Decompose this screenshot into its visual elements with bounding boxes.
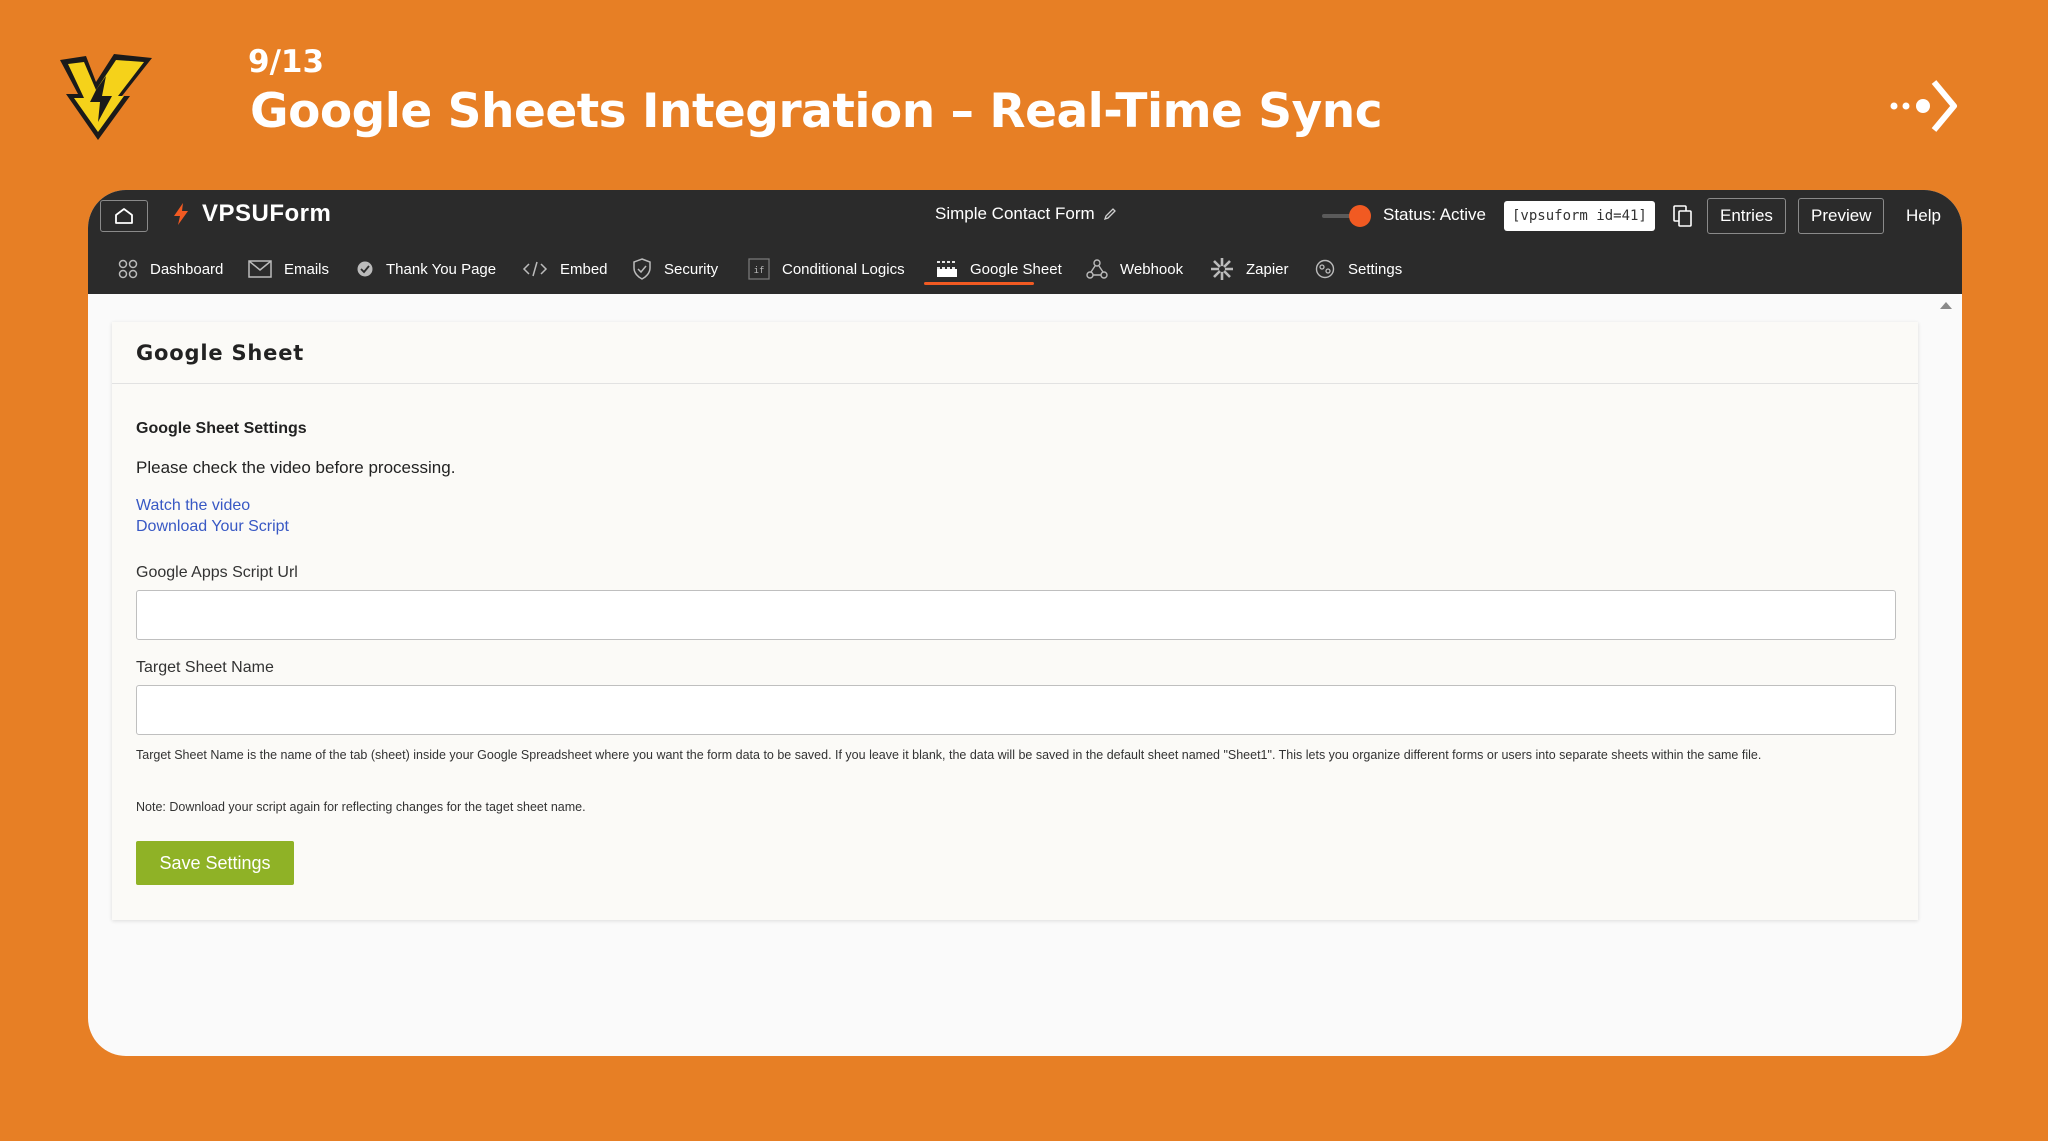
dashboard-icon [118, 259, 138, 279]
google-sheet-card: Google Sheet Google Sheet Settings Pleas… [112, 322, 1918, 920]
tab-label: Thank You Page [386, 260, 497, 278]
pencil-icon[interactable] [1103, 207, 1117, 221]
section-title: Google Sheet Settings [136, 420, 307, 437]
envelope-icon [248, 260, 272, 278]
copy-icon[interactable] [1672, 204, 1694, 228]
settings-icon [1315, 259, 1335, 279]
nav-tabs: Dashboard Emails Thank You Page Embed Se… [88, 242, 1962, 294]
sheet-name-input[interactable] [136, 685, 1896, 735]
form-title[interactable]: Simple Contact Form [935, 204, 1117, 224]
tab-label: Security [664, 260, 719, 278]
code-icon [522, 261, 548, 277]
svg-text:if: if [754, 266, 765, 276]
webhook-icon [1086, 259, 1108, 279]
slide-title: Google Sheets Integration – Real-Time Sy… [250, 84, 1383, 139]
tab-emails[interactable]: Emails [248, 256, 329, 282]
watch-video-link[interactable]: Watch the video [136, 497, 250, 515]
entries-button[interactable]: Entries [1707, 198, 1786, 234]
sheet-name-help-text: Target Sheet Name is the name of the tab… [136, 748, 1762, 762]
status-text: Status: Active [1383, 205, 1486, 224]
tab-label: Webhook [1120, 260, 1184, 278]
brand-name: VPSUForm [202, 200, 332, 227]
tab-label: Embed [560, 260, 608, 278]
sheet-icon [937, 261, 957, 277]
tab-label: Conditional Logics [782, 260, 905, 278]
scroll-up-arrow[interactable] [1940, 302, 1952, 309]
home-icon [115, 208, 133, 224]
dotted-arrow-right-icon[interactable] [1888, 78, 1958, 134]
tab-label: Settings [1348, 260, 1403, 278]
home-button[interactable] [100, 200, 148, 232]
slide-counter: 9/13 [248, 44, 325, 80]
tab-conditional-logics[interactable]: if Conditional Logics [748, 256, 905, 282]
bolt-icon [174, 203, 188, 225]
status-toggle-knob [1349, 205, 1371, 227]
tab-webhook[interactable]: Webhook [1086, 256, 1183, 282]
brand: VPSUForm [172, 200, 331, 228]
help-link[interactable]: Help [1906, 206, 1941, 226]
app-window: VPSUForm Simple Contact Form Status: Act… [88, 190, 1962, 1056]
sheet-name-label: Target Sheet Name [136, 659, 274, 676]
preview-button[interactable]: Preview [1798, 198, 1885, 234]
tab-label: Dashboard [150, 260, 224, 278]
active-tab-indicator [924, 282, 1034, 285]
tab-zapier[interactable]: Zapier [1210, 256, 1289, 282]
note-text: Note: Download your script again for ref… [136, 800, 586, 814]
status-toggle[interactable] [1322, 204, 1372, 228]
lightning-shield-logo [60, 54, 152, 140]
tab-security[interactable]: Security [632, 256, 718, 282]
form-title-text: Simple Contact Form [935, 204, 1095, 223]
tab-label: Emails [284, 260, 330, 278]
tab-settings[interactable]: Settings [1314, 256, 1402, 282]
card-header: Google Sheet [112, 322, 1918, 384]
check-badge-icon [357, 261, 373, 277]
tab-label: Zapier [1246, 260, 1289, 278]
if-icon: if [748, 258, 770, 280]
card-title: Google Sheet [136, 341, 305, 365]
tab-embed[interactable]: Embed [522, 256, 608, 282]
shield-check-icon [633, 258, 651, 280]
script-url-label: Google Apps Script Url [136, 564, 298, 581]
tab-label: Google Sheet [970, 260, 1062, 278]
script-url-input[interactable] [136, 590, 1896, 640]
topbar-main-row: VPSUForm Simple Contact Form Status: Act… [88, 190, 1962, 242]
tab-thank-you-page[interactable]: Thank You Page [356, 256, 496, 282]
intro-text: Please check the video before processing… [136, 458, 456, 477]
tab-dashboard[interactable]: Dashboard [118, 256, 223, 282]
save-settings-button[interactable]: Save Settings [136, 841, 294, 885]
zapier-icon [1211, 258, 1233, 280]
download-script-link[interactable]: Download Your Script [136, 518, 289, 536]
tab-google-sheet[interactable]: Google Sheet [936, 256, 1062, 282]
status-toggle-track [1322, 214, 1352, 218]
shortcode-field[interactable]: [vpsuform id=41] [1504, 201, 1655, 231]
topbar: VPSUForm Simple Contact Form Status: Act… [88, 190, 1962, 294]
